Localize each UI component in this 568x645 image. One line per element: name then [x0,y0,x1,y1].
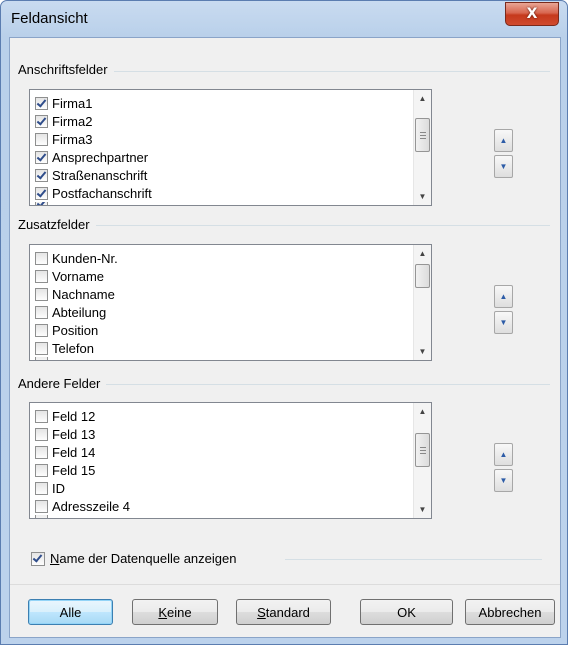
move-up-button[interactable]: ▲ [494,443,513,466]
scroll-up-arrow-icon[interactable]: ▲ [414,403,431,420]
move-down-arrow-icon: ▼ [499,318,508,327]
alle-button[interactable]: Alle [28,599,113,625]
checkbox[interactable] [35,481,48,495]
move-up-arrow-icon: ▲ [499,292,508,301]
checkbox[interactable] [35,499,48,513]
scrollbar-thumb[interactable] [415,118,430,152]
move-down-arrow-icon: ▼ [499,162,508,171]
listbox-andere-felder[interactable]: Feld 12 Feld 13 Feld 14 Feld 15 ID Adres… [29,402,432,519]
list-item[interactable]: Nachname [35,285,118,303]
close-button[interactable]: X [505,2,559,26]
checkbox [35,357,48,360]
scroll-down-arrow-icon[interactable]: ▼ [414,188,431,205]
list-item-partial [35,515,130,518]
dialog-title: Feldansicht [11,10,88,27]
checkbox[interactable] [35,132,48,146]
move-down-button[interactable]: ▼ [494,469,513,492]
list-item[interactable]: Telefon [35,339,118,357]
vertical-scrollbar[interactable]: ▲ ▼ [413,245,431,360]
button-bar: Alle Keine Standard OK Abbrechen [10,584,560,638]
grip-icon [419,446,426,454]
checkbox[interactable] [35,96,48,110]
scroll-up-arrow-icon[interactable]: ▲ [414,245,431,262]
scroll-up-arrow-icon[interactable]: ▲ [414,90,431,107]
group-label-zusatzfelder: Zusatzfelder [18,217,96,232]
list-item[interactable]: Feld 12 [35,407,130,425]
list-item[interactable]: Firma1 [35,94,152,112]
checkbox[interactable] [35,445,48,459]
checkbox[interactable] [35,186,48,200]
list-item[interactable]: ID [35,479,130,497]
keine-button[interactable]: Keine [132,599,218,625]
title-bar[interactable]: Feldansicht X [1,1,567,37]
dialog-client-area: Anschriftsfelder Firma1 Firma2 Firma3 An… [9,37,561,638]
group-label-andere-felder: Andere Felder [18,376,107,391]
ok-button[interactable]: OK [360,599,453,625]
show-source-checkbox-row[interactable]: Name der Datenquelle anzeigen [31,551,236,566]
list-item[interactable]: Feld 13 [35,425,130,443]
scroll-down-arrow-icon[interactable]: ▼ [414,501,431,518]
move-up-arrow-icon: ▲ [499,450,508,459]
move-up-arrow-icon: ▲ [499,136,508,145]
group-label-anschriftsfelder: Anschriftsfelder [18,62,114,77]
move-down-arrow-icon: ▼ [499,476,508,485]
checkbox[interactable] [35,168,48,182]
checkbox[interactable] [35,463,48,477]
list-item[interactable]: Adresszeile 4 [35,497,130,515]
vertical-scrollbar[interactable]: ▲ ▼ [413,403,431,518]
checkbox[interactable] [35,150,48,164]
checkbox[interactable] [35,323,48,337]
move-down-button[interactable]: ▼ [494,311,513,334]
checkbox[interactable] [35,305,48,319]
list-item[interactable]: Vorname [35,267,118,285]
list-item[interactable]: Firma3 [35,130,152,148]
move-down-button[interactable]: ▼ [494,155,513,178]
list-item-partial [35,202,152,205]
checkbox[interactable] [35,269,48,283]
list-item[interactable]: Kunden-Nr. [35,249,118,267]
list-item[interactable]: Straßenanschrift [35,166,152,184]
move-up-button[interactable]: ▲ [494,129,513,152]
list-item[interactable]: Ansprechpartner [35,148,152,166]
footer-divider [285,559,542,560]
abbrechen-button[interactable]: Abbrechen [465,599,555,625]
scrollbar-thumb[interactable] [415,264,430,288]
list-item[interactable]: Position [35,321,118,339]
close-icon: X [526,6,538,22]
checkbox[interactable] [35,114,48,128]
checkbox [35,202,48,205]
list-item-partial [35,357,118,360]
checkbox[interactable] [35,427,48,441]
scroll-down-arrow-icon[interactable]: ▼ [414,343,431,360]
listbox-zusatzfelder[interactable]: Kunden-Nr. Vorname Nachname Abteilung Po… [29,244,432,361]
checkbox[interactable] [35,341,48,355]
show-source-checkbox[interactable] [31,551,45,566]
move-up-button[interactable]: ▲ [494,285,513,308]
vertical-scrollbar[interactable]: ▲ ▼ [413,90,431,205]
list-item[interactable]: Abteilung [35,303,118,321]
show-source-label: Name der Datenquelle anzeigen [50,551,237,566]
standard-button[interactable]: Standard [236,599,331,625]
list-item[interactable]: Firma2 [35,112,152,130]
list-item[interactable]: Feld 15 [35,461,130,479]
checkbox[interactable] [35,409,48,423]
checkbox [35,515,48,518]
checkbox[interactable] [35,287,48,301]
grip-icon [419,131,426,139]
dialog-window: Feldansicht X Anschriftsfelder Firma1 Fi… [0,0,568,645]
list-item[interactable]: Feld 14 [35,443,130,461]
checkbox[interactable] [35,251,48,265]
listbox-anschriftsfelder[interactable]: Firma1 Firma2 Firma3 Ansprechpartner Str… [29,89,432,206]
scrollbar-thumb[interactable] [415,433,430,467]
list-item[interactable]: Postfachanschrift [35,184,152,202]
group-divider [18,225,550,226]
